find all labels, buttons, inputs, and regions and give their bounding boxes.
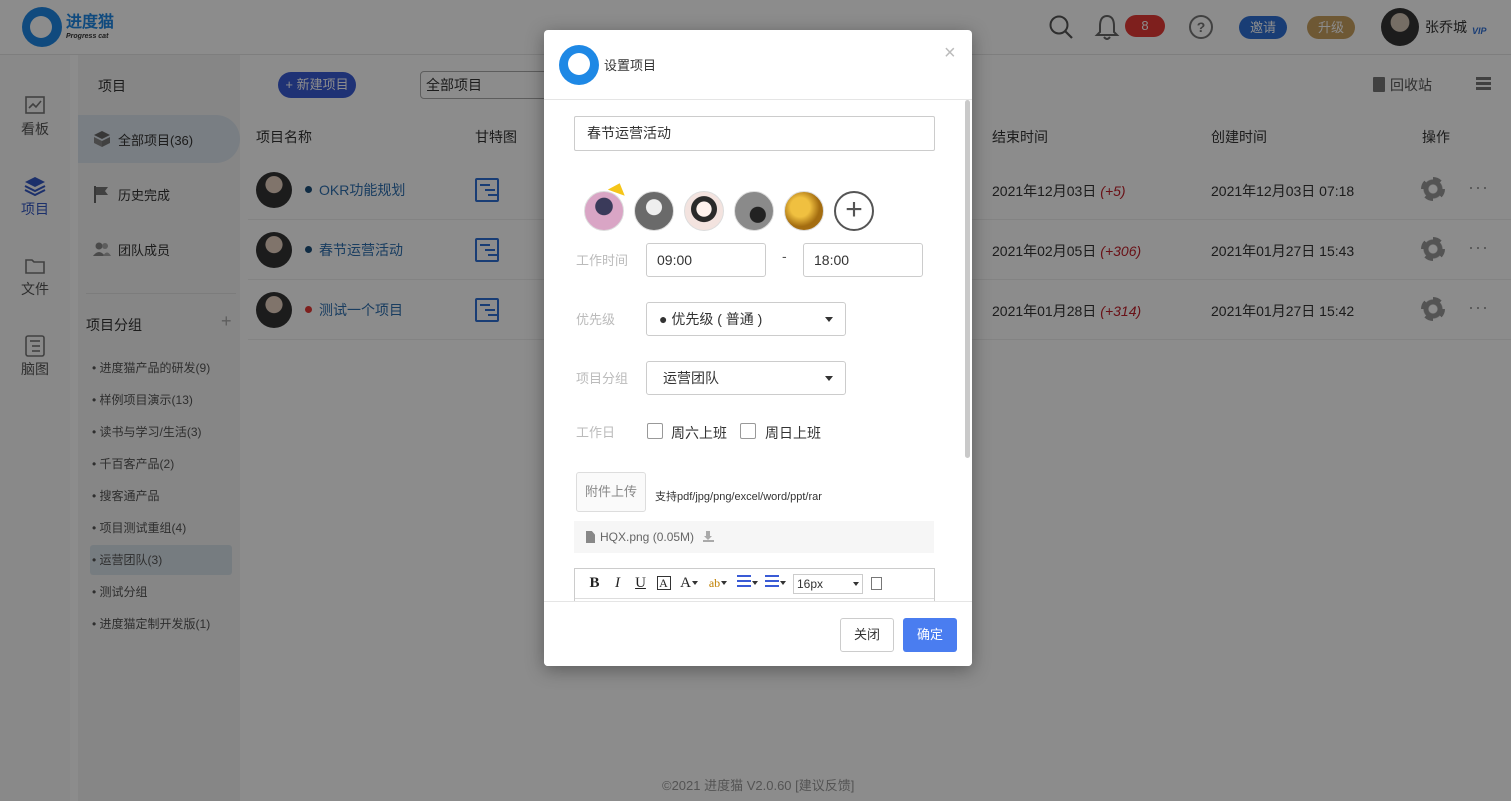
ordered-list-button[interactable]: [733, 575, 761, 592]
project-group-select[interactable]: 运营团队: [646, 361, 846, 395]
add-member-button[interactable]: +: [834, 191, 874, 231]
member-list: +: [584, 191, 874, 231]
dialog-header: 设置项目 ×: [544, 30, 972, 100]
dialog-footer: 关闭 确定: [544, 601, 972, 666]
rich-text-editor[interactable]: B I U A A ab 16px: [574, 568, 935, 601]
chevron-down-icon: [825, 376, 833, 381]
project-group-label: 项目分组: [576, 371, 629, 386]
editor-toolbar: B I U A A ab 16px: [575, 569, 934, 599]
saturday-label[interactable]: 周六上班: [671, 423, 727, 443]
close-icon[interactable]: ×: [944, 43, 956, 63]
upload-button[interactable]: 附件上传: [576, 472, 646, 512]
upload-hint: 支持pdf/jpg/png/excel/word/ppt/rar: [655, 491, 822, 503]
text-style-button[interactable]: A: [652, 575, 675, 592]
attachment-item: HQX.png (0.05M): [574, 521, 934, 553]
work-time-label: 工作时间: [576, 253, 629, 268]
italic-button[interactable]: I: [606, 575, 629, 592]
saturday-checkbox[interactable]: [647, 423, 663, 439]
project-group-value: 运营团队: [663, 370, 719, 386]
font-color-button[interactable]: A: [675, 575, 703, 592]
underline-button[interactable]: U: [629, 575, 652, 592]
workday-label: 工作日: [576, 425, 616, 440]
member-avatar[interactable]: [734, 191, 774, 231]
unordered-list-button[interactable]: [761, 575, 789, 592]
dialog-title: 设置项目: [604, 58, 657, 73]
dialog-logo-icon: [559, 45, 599, 85]
chevron-down-icon: [825, 317, 833, 322]
attachment-link[interactable]: HQX.png (0.05M): [600, 530, 694, 544]
end-time-input[interactable]: 18:00: [803, 243, 923, 277]
project-settings-dialog: 设置项目 × 春节运营活动 + 工作时间 09:00 - 18:00 优先级 ●…: [544, 30, 972, 666]
bold-button[interactable]: B: [583, 575, 606, 592]
document-icon[interactable]: [871, 577, 882, 590]
time-separator: -: [782, 248, 787, 264]
file-icon: [586, 531, 595, 543]
priority-label: 优先级: [576, 312, 616, 327]
priority-value: ● 优先级 ( 普通 ): [659, 311, 763, 327]
confirm-button[interactable]: 确定: [903, 618, 957, 652]
project-name-input[interactable]: 春节运营活动: [574, 116, 935, 151]
download-icon[interactable]: [703, 531, 715, 542]
close-button[interactable]: 关闭: [840, 618, 894, 652]
sunday-label[interactable]: 周日上班: [765, 423, 821, 443]
member-avatar[interactable]: [634, 191, 674, 231]
member-avatar[interactable]: [684, 191, 724, 231]
start-time-input[interactable]: 09:00: [646, 243, 766, 277]
scrollbar[interactable]: [965, 100, 970, 458]
sunday-checkbox[interactable]: [740, 423, 756, 439]
font-size-select[interactable]: 16px: [793, 573, 863, 594]
member-avatar[interactable]: [784, 191, 824, 231]
dialog-body: 春节运营活动 + 工作时间 09:00 - 18:00 优先级 ● 优先级 ( …: [544, 101, 972, 601]
highlight-button[interactable]: ab: [703, 576, 733, 591]
priority-select[interactable]: ● 优先级 ( 普通 ): [646, 302, 846, 336]
member-avatar-owner[interactable]: [584, 191, 624, 231]
